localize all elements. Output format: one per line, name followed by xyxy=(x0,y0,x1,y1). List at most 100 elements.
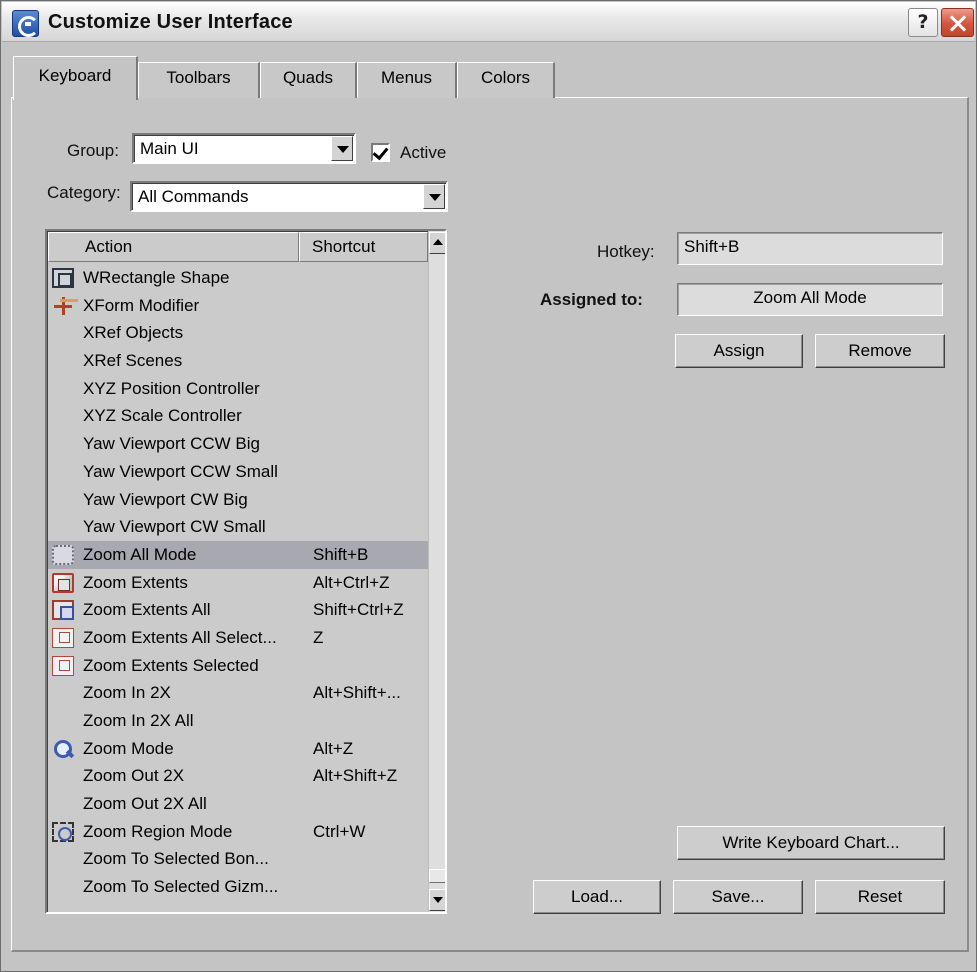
list-item-action: Yaw Viewport CCW Small xyxy=(83,461,278,481)
assigned-to-label: Assigned to: xyxy=(540,290,643,309)
list-item[interactable]: Zoom All Mode Shift+B xyxy=(48,540,428,569)
tab-menus[interactable]: Menus xyxy=(357,62,457,98)
list-item-action: Yaw Viewport CCW Big xyxy=(83,434,260,454)
list-item-action: Zoom In 2X All xyxy=(83,711,194,730)
scroll-thumb[interactable] xyxy=(429,869,445,883)
chevron-down-icon[interactable] xyxy=(331,136,353,161)
list-item-action: XRef Objects xyxy=(83,323,184,343)
list-item[interactable]: XRef Scenes xyxy=(48,347,428,375)
zoom-extents-all-icon xyxy=(52,600,74,621)
list-item-action: Zoom Mode xyxy=(83,738,174,758)
group-select[interactable]: Main UI xyxy=(132,133,356,164)
list-item[interactable]: Yaw Viewport CCW Big xyxy=(48,430,428,458)
list-item[interactable]: Zoom In 2X All xyxy=(48,707,428,735)
action-list[interactable]: Action Shortcut WRectangle Shape XForm Mo… xyxy=(45,229,447,914)
hotkey-label: Hotkey: xyxy=(597,242,655,261)
tab-quads[interactable]: Quads xyxy=(260,62,357,98)
list-item-action: Zoom Out 2X xyxy=(83,766,185,786)
list-item[interactable]: Zoom Extents Selected xyxy=(48,652,428,680)
list-item[interactable]: Zoom Extents All Shift+Ctrl+Z xyxy=(48,596,428,624)
list-item[interactable]: Zoom Out 2X Alt+Shift+Z xyxy=(48,762,428,790)
tab-colors[interactable]: Colors xyxy=(457,62,555,98)
close-button[interactable] xyxy=(941,8,974,37)
list-item-action: Zoom Extents All Select... xyxy=(83,627,277,647)
category-label: Category: xyxy=(47,183,121,202)
xform-modifier-icon xyxy=(52,296,74,316)
customize-ui-dialog: Customize User Interface ? Keyboard Tool… xyxy=(0,0,977,972)
hotkey-input[interactable]: Shift+B xyxy=(677,232,943,265)
assigned-to-field: Zoom All Mode xyxy=(677,283,943,316)
list-item-action: XYZ Position Controller xyxy=(83,378,260,398)
column-header-shortcut[interactable]: Shortcut xyxy=(299,232,428,262)
list-item[interactable]: Zoom To Selected Gizm... xyxy=(48,873,428,901)
reset-button[interactable]: Reset xyxy=(815,880,945,914)
list-item-action: Zoom To Selected Gizm... xyxy=(83,877,279,897)
list-item-action: Zoom Region Mode xyxy=(83,821,233,841)
list-item[interactable]: XYZ Scale Controller xyxy=(48,402,428,430)
list-item-action: Zoom To Selected Bon... xyxy=(83,849,269,869)
list-item-shortcut: Alt+Z xyxy=(313,738,354,758)
scroll-down-button[interactable] xyxy=(429,889,445,911)
list-item[interactable]: Zoom Region Mode Ctrl+W xyxy=(48,818,428,846)
zoom-extents-selected-icon xyxy=(52,655,74,676)
column-header-action[interactable]: Action xyxy=(48,232,299,262)
list-item[interactable]: Yaw Viewport CW Small xyxy=(48,513,428,541)
list-item-action: XRef Scenes xyxy=(83,351,183,371)
list-item-action: WRectangle Shape xyxy=(83,268,230,287)
group-label: Group: xyxy=(67,141,119,160)
list-item[interactable]: Zoom In 2X Alt+Shift+... xyxy=(48,679,428,707)
list-item[interactable]: WRectangle Shape xyxy=(48,264,428,292)
list-item-action: Yaw Viewport CW Big xyxy=(83,489,248,509)
window-title: Customize User Interface xyxy=(48,11,293,33)
remove-button[interactable]: Remove xyxy=(815,334,945,368)
magnifier-icon xyxy=(52,739,74,759)
list-item[interactable]: Zoom Extents Alt+Ctrl+Z xyxy=(48,569,428,597)
title-bar: Customize User Interface ? xyxy=(2,2,975,42)
list-item-shortcut: Shift+Ctrl+Z xyxy=(313,600,404,620)
load-button[interactable]: Load... xyxy=(533,880,661,914)
list-item[interactable]: Zoom Mode Alt+Z xyxy=(48,735,428,763)
list-item[interactable]: Zoom Out 2X All xyxy=(48,790,428,818)
list-item-shortcut: Z xyxy=(313,627,324,647)
list-item-action: XForm Modifier xyxy=(83,295,200,315)
list-item-shortcut: Shift+B xyxy=(313,544,369,564)
list-header: Action Shortcut xyxy=(48,232,428,262)
vertical-scrollbar[interactable] xyxy=(428,231,445,912)
list-item-action: Zoom In 2X xyxy=(83,683,171,703)
app-logo-icon xyxy=(12,10,39,37)
list-item-action: XYZ Scale Controller xyxy=(83,406,242,426)
tab-keyboard[interactable]: Keyboard xyxy=(13,56,138,100)
category-select[interactable]: All Commands xyxy=(130,181,448,212)
list-item[interactable]: Zoom To Selected Bon... xyxy=(48,845,428,873)
active-checkbox[interactable] xyxy=(371,143,390,162)
list-item-action: Yaw Viewport CW Small xyxy=(83,517,266,537)
list-item-action: Zoom Extents Selected xyxy=(83,655,259,675)
list-item[interactable]: XForm Modifier xyxy=(48,292,428,320)
group-select-value: Main UI xyxy=(140,139,199,158)
chevron-down-icon[interactable] xyxy=(423,184,445,209)
list-item-shortcut: Ctrl+W xyxy=(313,821,366,841)
list-item-shortcut: Alt+Ctrl+Z xyxy=(313,572,390,592)
tab-toolbars[interactable]: Toolbars xyxy=(138,62,260,98)
list-item-action: Zoom Out 2X All xyxy=(83,794,207,814)
rectangle-shape-icon xyxy=(52,268,74,288)
save-button[interactable]: Save... xyxy=(673,880,803,914)
zoom-extents-icon xyxy=(52,572,74,593)
list-item[interactable]: XRef Objects xyxy=(48,319,428,347)
category-select-value: All Commands xyxy=(138,187,249,206)
hotkey-input-value: Shift+B xyxy=(684,237,740,256)
help-button[interactable]: ? xyxy=(908,8,938,37)
action-list-rows: WRectangle Shape XForm Modifier XRef Objec… xyxy=(48,264,428,901)
list-item[interactable]: XYZ Position Controller xyxy=(48,375,428,403)
list-item[interactable]: Yaw Viewport CW Big xyxy=(48,486,428,514)
list-item-action: Zoom Extents xyxy=(83,572,188,592)
list-item[interactable]: Zoom Extents All Select... Z xyxy=(48,624,428,652)
list-item-shortcut: Alt+Shift+Z xyxy=(313,766,398,786)
list-item-shortcut: Alt+Shift+... xyxy=(313,683,401,703)
list-item[interactable]: Yaw Viewport CCW Small xyxy=(48,458,428,486)
active-checkbox-label: Active xyxy=(400,143,447,162)
scroll-up-button[interactable] xyxy=(429,232,445,254)
assign-button[interactable]: Assign xyxy=(675,334,803,368)
write-keyboard-chart-button[interactable]: Write Keyboard Chart... xyxy=(677,826,945,860)
list-item-action: Zoom All Mode xyxy=(83,544,197,564)
